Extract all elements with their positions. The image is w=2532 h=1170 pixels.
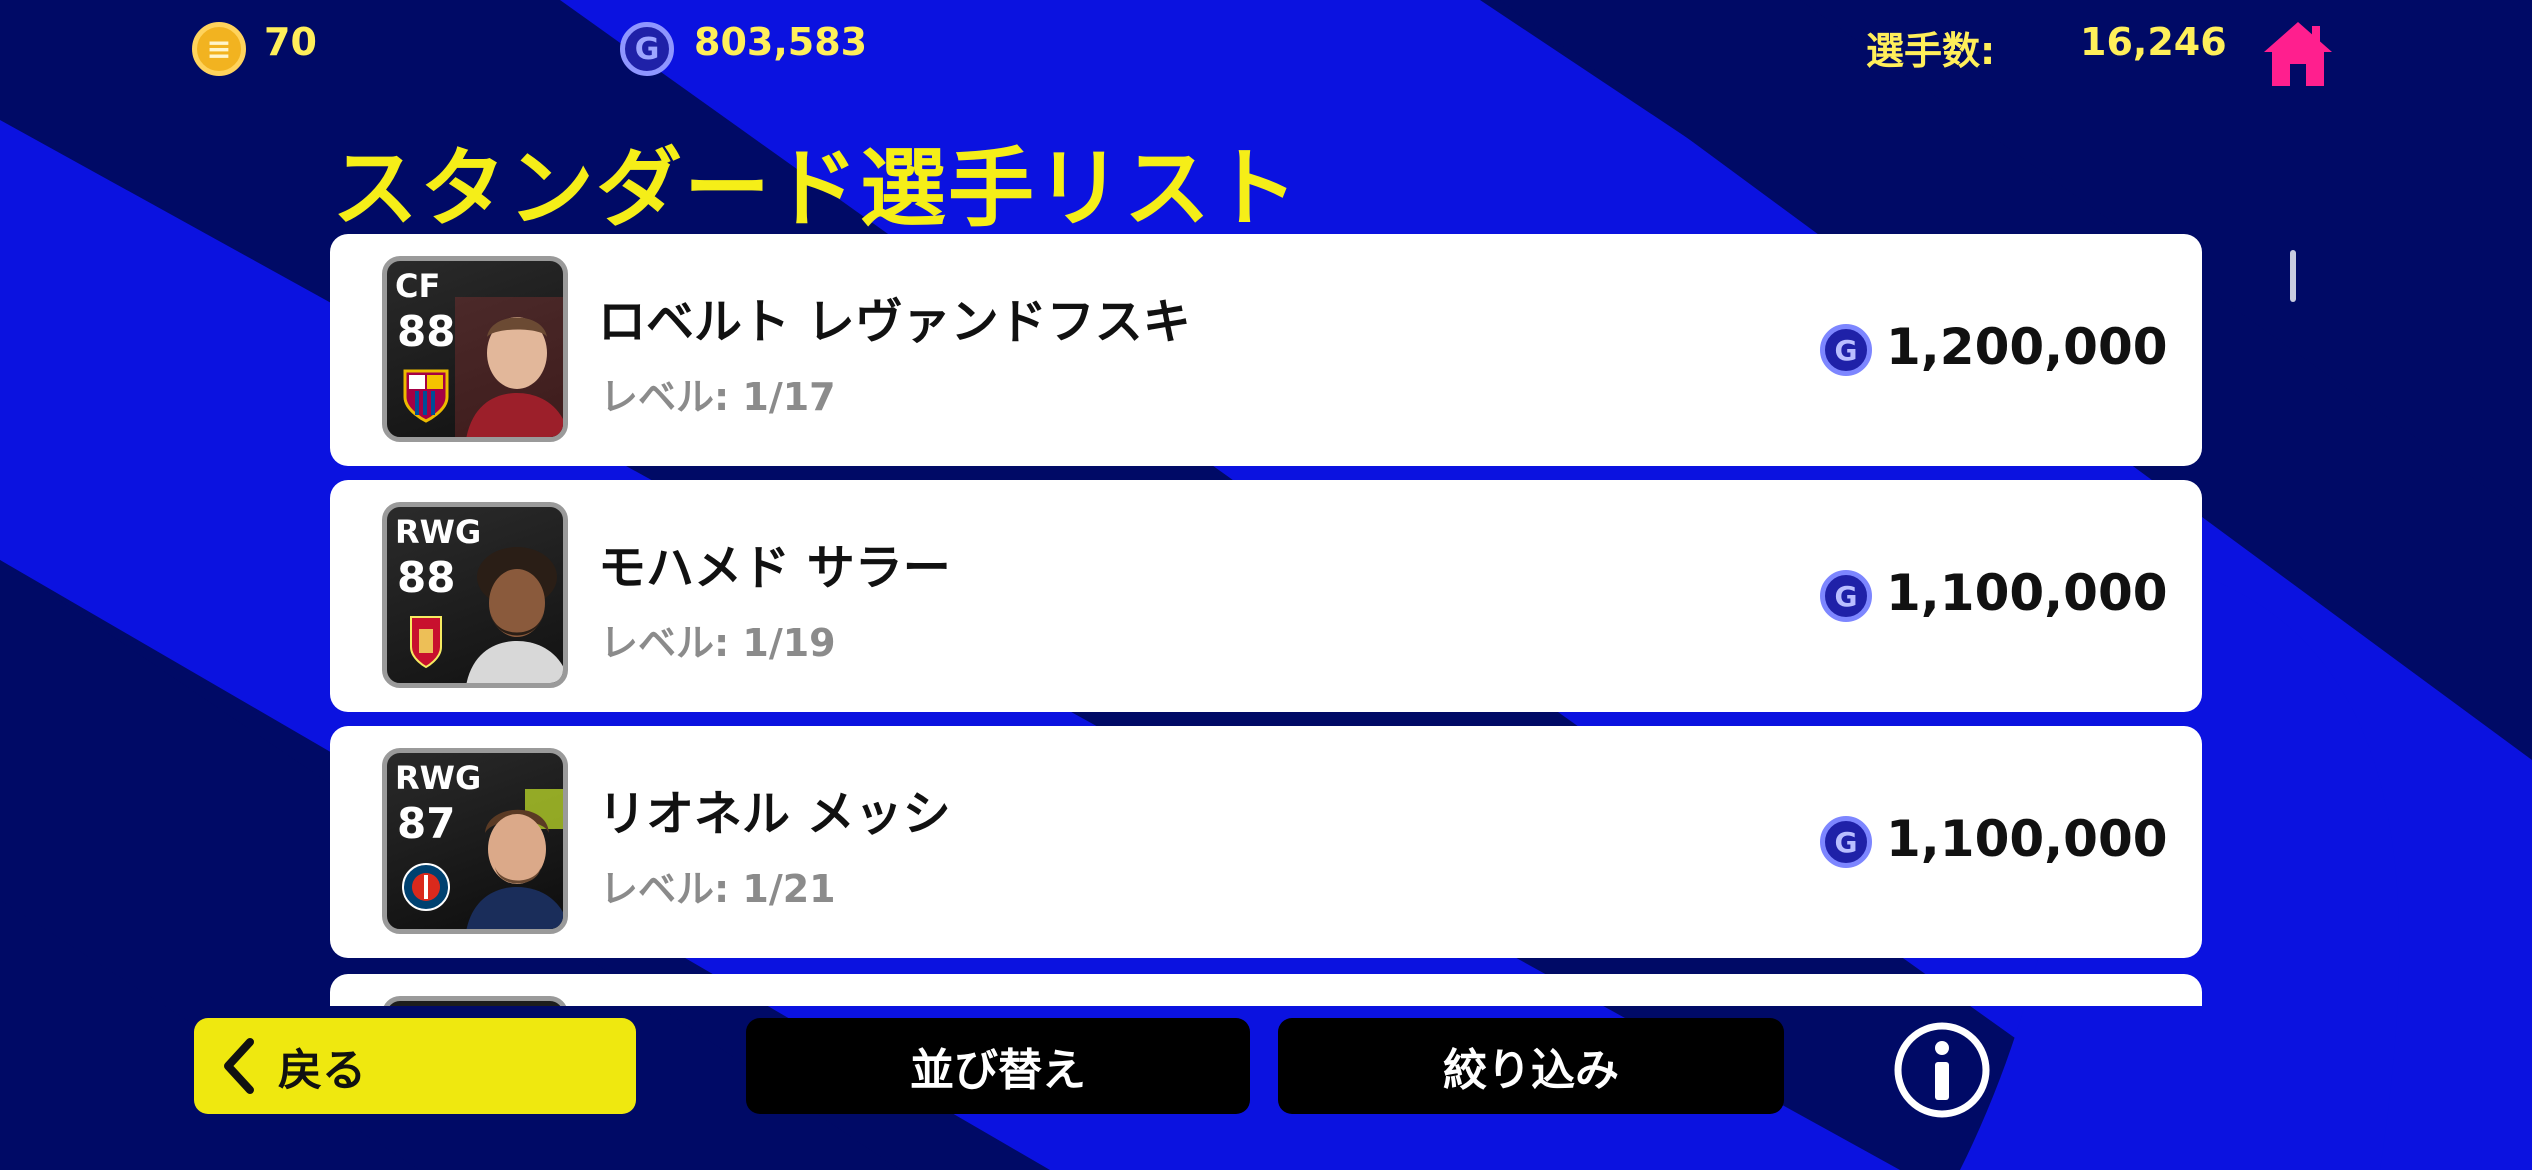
club-badge-icon — [410, 616, 442, 669]
sort-button-label: 並び替え — [910, 1045, 1086, 1096]
list-item[interactable]: RWG 88 モハメド サラー レベル: 1/19 G 1,100,000 — [330, 480, 2202, 712]
player-name: リオネル メッシ — [598, 786, 951, 842]
list-item[interactable]: CF 88 ロベルト レヴァンドフスキ レベル: 1/17 G 1,200,00… — [330, 234, 2202, 466]
player-price: 1,100,000 — [1886, 564, 2168, 622]
player-name: ロベルト レヴァンドフスキ — [598, 294, 1191, 350]
gp-count: 803,583 — [694, 20, 868, 64]
player-name: モハメド サラー — [598, 540, 951, 596]
coin-count: 70 — [264, 20, 317, 64]
gp-coin-icon: G — [1820, 816, 1872, 868]
home-icon[interactable] — [2262, 18, 2334, 90]
list-item[interactable]: RWG 87 リオネル メッシ レベル: 1/21 G 1,100,000 — [330, 726, 2202, 958]
list-item[interactable] — [330, 974, 2202, 1006]
back-button[interactable]: 戻る — [194, 1018, 636, 1114]
player-photo — [455, 297, 563, 437]
player-card — [382, 996, 568, 1006]
chevron-left-icon — [224, 1038, 254, 1094]
player-count-label: 選手数: — [1866, 29, 1996, 73]
club-badge-icon — [403, 369, 449, 423]
player-price: 1,100,000 — [1886, 810, 2168, 868]
filter-button-label: 絞り込み — [1443, 1045, 1619, 1096]
player-rating: 87 — [397, 799, 456, 848]
ecoin-icon: ≡ — [192, 22, 246, 76]
gp-coin-icon: G — [1820, 324, 1872, 376]
player-card: RWG 87 — [382, 748, 568, 934]
player-rating: 88 — [397, 553, 456, 602]
filter-button[interactable]: 絞り込み — [1278, 1018, 1784, 1114]
player-photo — [466, 547, 563, 683]
info-icon[interactable] — [1892, 1020, 1992, 1120]
player-list[interactable]: CF 88 ロベルト レヴァンドフスキ レベル: 1/17 G 1,200,00… — [330, 234, 2202, 1006]
player-price: 1,200,000 — [1886, 318, 2168, 376]
player-card: CF 88 — [382, 256, 568, 442]
player-level: レベル: 1/19 — [600, 621, 836, 665]
player-level: レベル: 1/17 — [600, 375, 836, 419]
sort-button[interactable]: 並び替え — [746, 1018, 1250, 1114]
player-rating: 88 — [397, 307, 456, 356]
gp-coin-icon: G — [620, 22, 674, 76]
back-button-label: 戻る — [278, 1045, 366, 1096]
player-count: 16,246 — [2080, 20, 2227, 64]
club-badge-icon — [402, 863, 450, 911]
top-status-bar: ≡ 70 G 803,583 選手数: 16,246 — [0, 0, 2532, 100]
player-level: レベル: 1/21 — [600, 867, 836, 911]
page-title: スタンダード選手リスト — [332, 139, 1300, 239]
player-card: RWG 88 — [382, 502, 568, 688]
scrollbar-thumb[interactable] — [2290, 250, 2296, 302]
gp-coin-icon: G — [1820, 570, 1872, 622]
player-position: CF — [395, 267, 441, 305]
player-photo — [466, 789, 563, 929]
